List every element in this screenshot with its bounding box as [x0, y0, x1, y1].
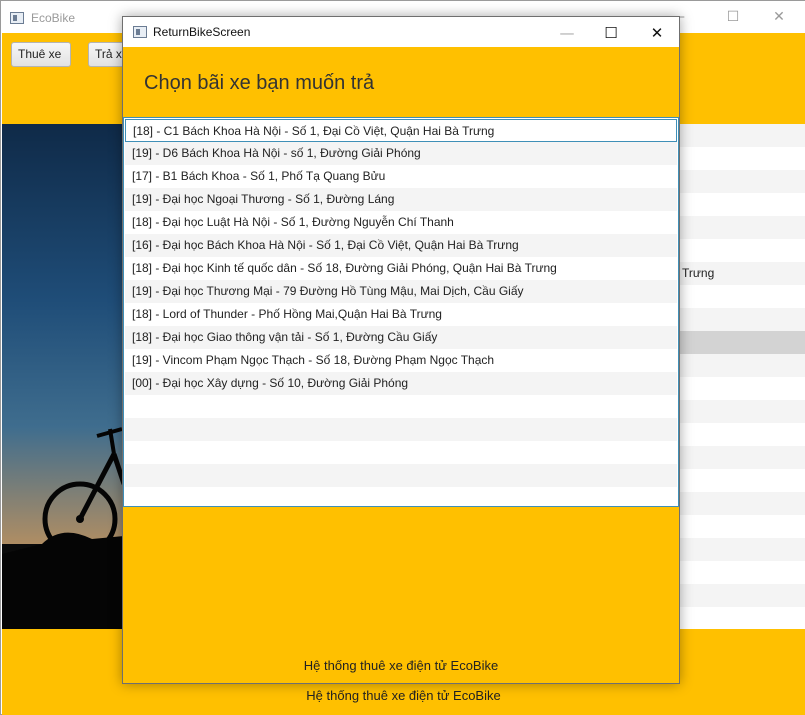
dialog-app-icon	[133, 26, 147, 38]
table-row[interactable]	[680, 492, 805, 515]
station-list-item[interactable]: [17] - B1 Bách Khoa - Số 1, Phố Tạ Quang…	[125, 165, 677, 188]
table-row[interactable]	[680, 308, 805, 331]
table-row[interactable]	[680, 446, 805, 469]
station-list-item[interactable]: [18] - Lord of Thunder - Phố Hồng Mai,Qu…	[125, 303, 677, 326]
station-list-item[interactable]: [18] - Đại học Kinh tế quốc dân - Số 18,…	[125, 257, 677, 280]
dialog-heading: Chọn bãi xe bạn muốn trả	[144, 72, 375, 94]
empty-list-row	[125, 464, 677, 487]
station-list-item[interactable]: [19] - Vincom Phạm Ngọc Thạch - Số 18, Đ…	[125, 349, 677, 372]
rent-bike-button[interactable]: Thuê xe	[11, 42, 71, 67]
return-bike-dialog: ReturnBikeScreen — ☐ ✕ Chọn bãi xe bạn m…	[122, 16, 680, 684]
empty-list-row	[125, 487, 677, 506]
station-list-item[interactable]: [19] - Đại học Ngoại Thương - Số 1, Đườn…	[125, 188, 677, 211]
table-row[interactable]	[680, 515, 805, 538]
table-row[interactable]	[680, 423, 805, 446]
main-footer-text: Hệ thống thuê xe điện tử EcoBike	[306, 688, 501, 703]
table-row[interactable]	[680, 538, 805, 561]
station-list[interactable]: [18] - C1 Bách Khoa Hà Nội - Số 1, Đại C…	[123, 117, 679, 507]
table-row[interactable]	[680, 216, 805, 239]
station-list-item[interactable]: [19] - D6 Bách Khoa Hà Nội - số 1, Đường…	[125, 142, 677, 165]
station-list-item[interactable]: [00] - Đại học Xây dựng - Số 10, Đường G…	[125, 372, 677, 395]
empty-list-row	[125, 395, 677, 418]
station-table: Trưng	[680, 124, 805, 629]
table-row[interactable]	[680, 239, 805, 262]
table-row[interactable]	[680, 193, 805, 216]
table-row[interactable]	[680, 170, 805, 193]
table-row[interactable]	[680, 285, 805, 308]
app-icon	[10, 12, 24, 24]
main-window-title: EcoBike	[31, 11, 76, 25]
station-list-item[interactable]: [19] - Đại học Thương Mại - 79 Đường Hồ …	[125, 280, 677, 303]
station-list-item[interactable]: [18] - Đại học Giao thông vận tải - Số 1…	[125, 326, 677, 349]
table-row[interactable]	[680, 469, 805, 492]
close-icon[interactable]: ✕	[767, 7, 791, 27]
dialog-close-icon[interactable]: ✕	[643, 22, 671, 44]
table-row[interactable]	[680, 331, 805, 354]
dialog-title: ReturnBikeScreen	[153, 25, 251, 39]
table-row[interactable]: Trưng	[680, 262, 805, 285]
table-row[interactable]	[680, 124, 805, 147]
station-list-item[interactable]: [18] - C1 Bách Khoa Hà Nội - Số 1, Đại C…	[125, 119, 677, 142]
table-row[interactable]	[680, 377, 805, 400]
dialog-maximize-icon[interactable]: ☐	[597, 22, 625, 44]
station-list-item[interactable]: [18] - Đại học Luật Hà Nội - Số 1, Đường…	[125, 211, 677, 234]
maximize-icon[interactable]: ☐	[721, 7, 745, 27]
empty-list-row	[125, 441, 677, 464]
table-row[interactable]	[680, 147, 805, 170]
dialog-titlebar: ReturnBikeScreen — ☐ ✕	[123, 17, 679, 47]
dialog-footer	[123, 507, 679, 683]
dialog-minimize-icon[interactable]: —	[553, 22, 581, 44]
table-row[interactable]	[680, 400, 805, 423]
table-row[interactable]	[680, 584, 805, 607]
dialog-footer-text: Hệ thống thuê xe điện tử EcoBike	[303, 658, 499, 673]
table-row[interactable]	[680, 561, 805, 584]
empty-list-row	[125, 418, 677, 441]
station-list-item[interactable]: [16] - Đại học Bách Khoa Hà Nội - Số 1, …	[125, 234, 677, 257]
table-row[interactable]	[680, 354, 805, 377]
bike-image	[2, 124, 124, 629]
